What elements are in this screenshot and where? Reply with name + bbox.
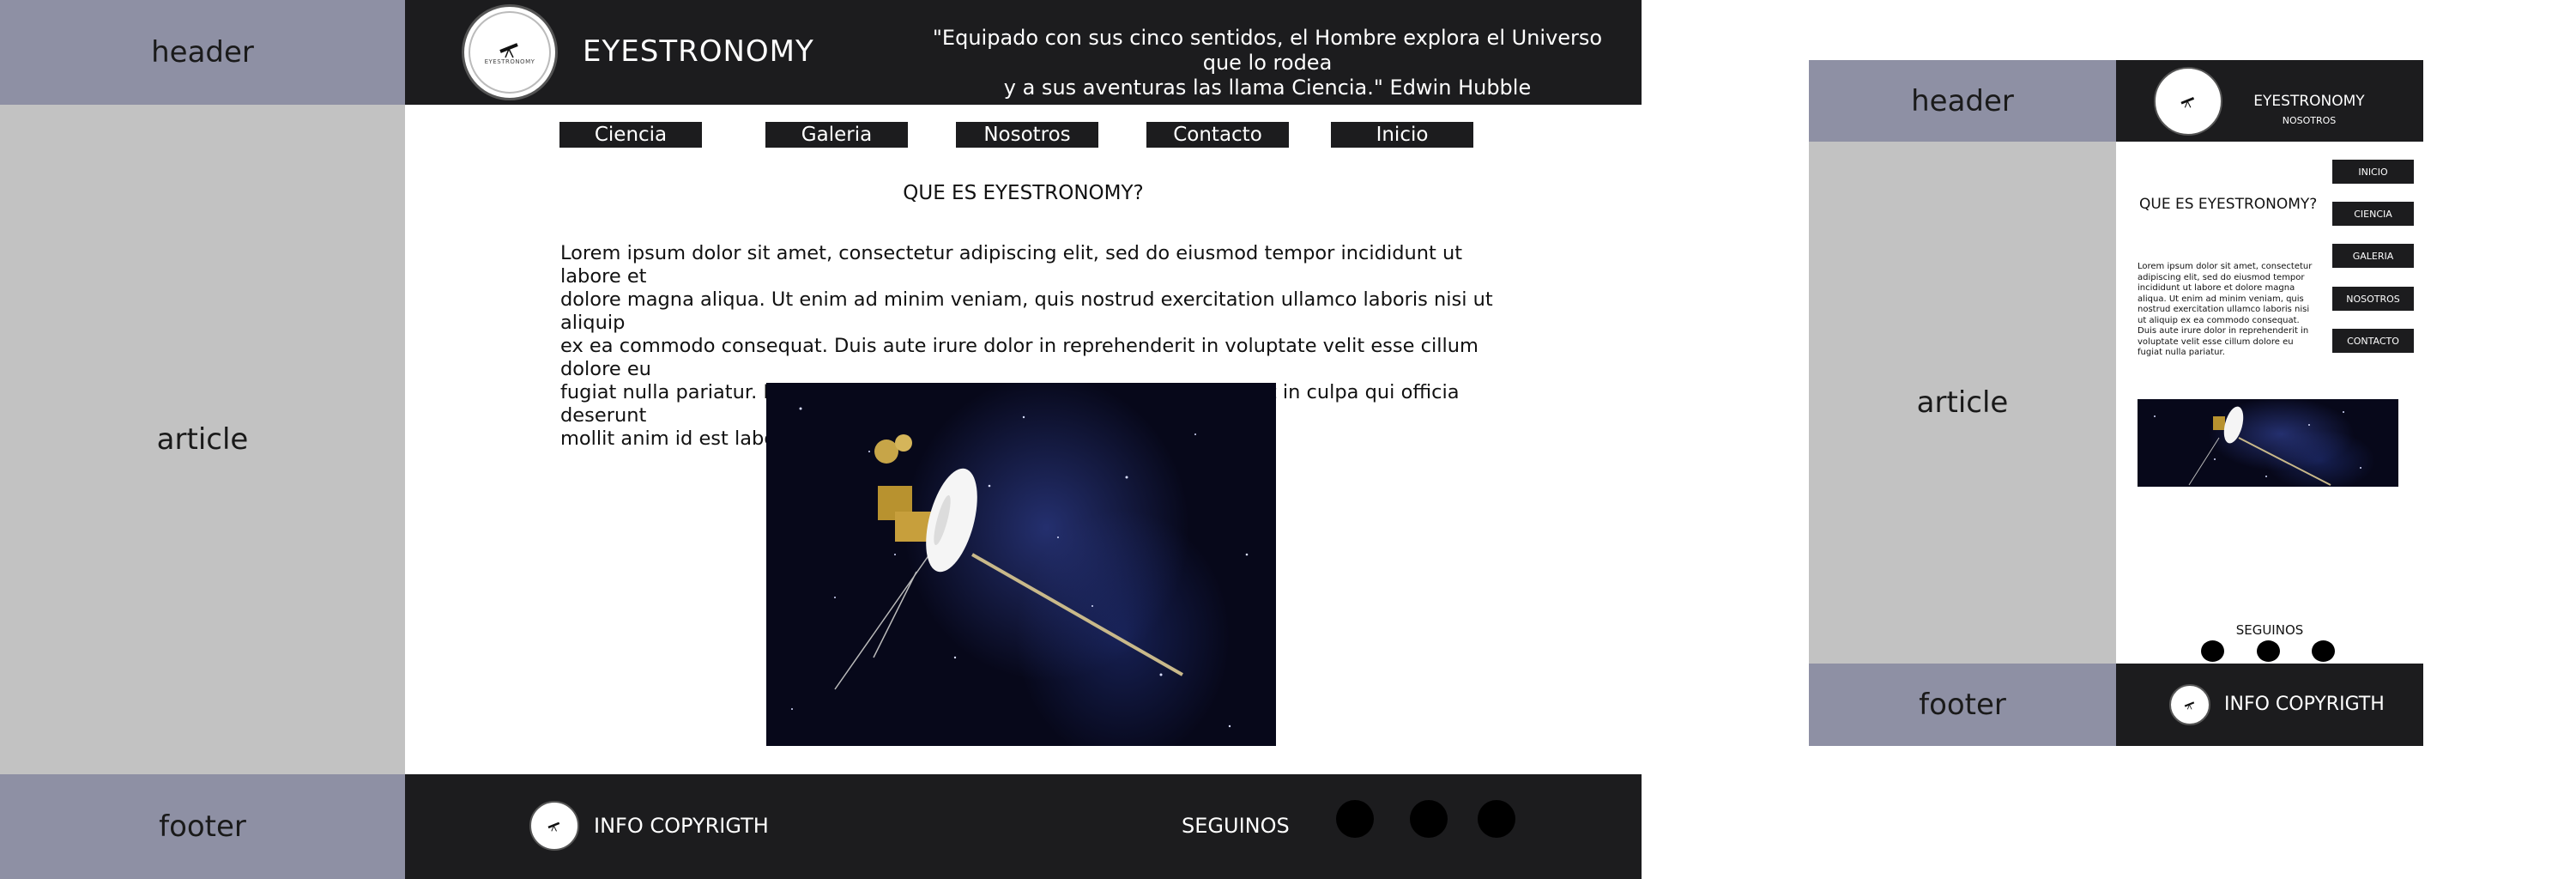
article-heading: QUE ES EYESTRONOMY? — [903, 182, 1144, 204]
logo-text: EYESTRONOMY — [484, 58, 535, 65]
telescope-icon — [499, 43, 518, 58]
body-line: nostrud exercitation ullamco laboris nis… — [2138, 305, 2310, 314]
mobile-header-label-block: header — [1809, 60, 2116, 142]
body-line: Duis aute irure dolor in reprehenderit i… — [2138, 326, 2309, 336]
site-header: EYESTRONOMY EYESTRONOMY "Equipado con su… — [405, 0, 1642, 105]
telescope-icon — [2180, 97, 2195, 108]
mobile-footer-copyright: INFO COPYRIGTH — [2224, 694, 2385, 715]
header-label-block: header — [0, 0, 405, 105]
mobile-brand-name: EYESTRONOMY — [2253, 93, 2365, 110]
social-icon-2[interactable] — [1410, 800, 1448, 838]
body-line: fugiat nulla pariatur. — [2138, 348, 2225, 357]
mobile-nav-ciencia[interactable]: CIENCIA — [2332, 202, 2414, 226]
mobile-voyager-image — [2138, 399, 2398, 487]
article-label-block: article — [0, 105, 405, 774]
nav-galeria[interactable]: Galeria — [765, 122, 908, 148]
mobile-site-footer: INFO COPYRIGTH — [2116, 664, 2423, 746]
footer-copyright: INFO COPYRIGTH — [594, 814, 769, 838]
header-label: header — [151, 35, 254, 70]
mobile-nav-inicio[interactable]: INICIO — [2332, 160, 2414, 184]
brand-name: EYESTRONOMY — [583, 34, 814, 69]
mobile-footer-logo[interactable] — [2169, 684, 2210, 725]
mobile-nav-contacto[interactable]: CONTACTO — [2332, 329, 2414, 353]
mobile-footer-label: footer — [1919, 688, 2006, 722]
body-line: adipiscing elit, sed do eiusmod tempor — [2138, 272, 2305, 282]
footer-logo[interactable] — [529, 801, 579, 851]
mobile-nav-galeria[interactable]: GALERIA — [2332, 244, 2414, 268]
quote-line-2: y a sus aventuras las llama Ciencia." Ed… — [1003, 76, 1532, 100]
mobile-header-label: header — [1911, 83, 2014, 118]
telescope-icon — [547, 821, 560, 832]
spacecraft-illustration — [791, 407, 1249, 728]
telescope-icon — [2184, 701, 2195, 710]
mobile-nav-nosotros[interactable]: NOSOTROS — [2332, 287, 2414, 311]
mobile-article-label: article — [1916, 385, 2009, 420]
body-line: aliqua. Ut enim ad minim veniam, quis — [2138, 294, 2304, 304]
brand-logo[interactable]: EYESTRONOMY — [462, 4, 558, 100]
mobile-footer-label-block: footer — [1809, 664, 2116, 746]
quote-line-1: "Equipado con sus cinco sentidos, el Hom… — [932, 26, 1603, 75]
voyager-image — [766, 383, 1276, 746]
mobile-site-header: EYESTRONOMY NOSOTROS — [2116, 60, 2423, 142]
mobile-article-label-block: article — [1809, 142, 2116, 664]
nav-inicio[interactable]: Inicio — [1331, 122, 1473, 148]
mobile-social-icon-1[interactable] — [2201, 640, 2224, 662]
body-line: dolore magna aliqua. Ut enim ad minim ve… — [560, 288, 1493, 334]
footer-follow-label: SEGUINOS — [1182, 814, 1290, 838]
body-line: Lorem ipsum dolor sit amet, consectetur — [2138, 262, 2313, 271]
nav-nosotros[interactable]: Nosotros — [956, 122, 1098, 148]
site-footer: INFO COPYRIGTH SEGUINOS — [405, 774, 1642, 879]
mobile-article-heading: QUE ES EYESTRONOMY? — [2139, 196, 2318, 213]
spacecraft-illustration — [2154, 406, 2361, 486]
body-line: ex ea commodo consequat. Duis aute irure… — [560, 335, 1478, 380]
nav-contacto[interactable]: Contacto — [1146, 122, 1289, 148]
social-icon-3[interactable] — [1478, 800, 1515, 838]
footer-label-block: footer — [0, 774, 405, 879]
footer-label: footer — [159, 809, 246, 844]
mobile-social-icon-2[interactable] — [2257, 640, 2280, 662]
mobile-follow-label: SEGUINOS — [2235, 622, 2304, 638]
body-line: incididunt ut labore et dolore magna — [2138, 283, 2295, 293]
quote: "Equipado con sus cinco sentidos, el Hom… — [911, 26, 1624, 100]
mobile-social-icon-3[interactable] — [2312, 640, 2335, 662]
body-line: ut aliquip ex ea commodo consequat. — [2138, 315, 2300, 325]
nav-ciencia[interactable]: Ciencia — [559, 122, 702, 148]
social-icon-1[interactable] — [1336, 800, 1374, 838]
mobile-brand-logo[interactable] — [2154, 67, 2222, 136]
mobile-article-body: Lorem ipsum dolor sit amet, consectetur … — [2138, 262, 2326, 359]
article-label: article — [156, 422, 249, 457]
body-line: voluptate velit esse cillum dolore eu — [2138, 336, 2294, 347]
body-line: Lorem ipsum dolor sit amet, consectetur … — [560, 242, 1463, 288]
mobile-brand-sub[interactable]: NOSOTROS — [2240, 115, 2378, 126]
